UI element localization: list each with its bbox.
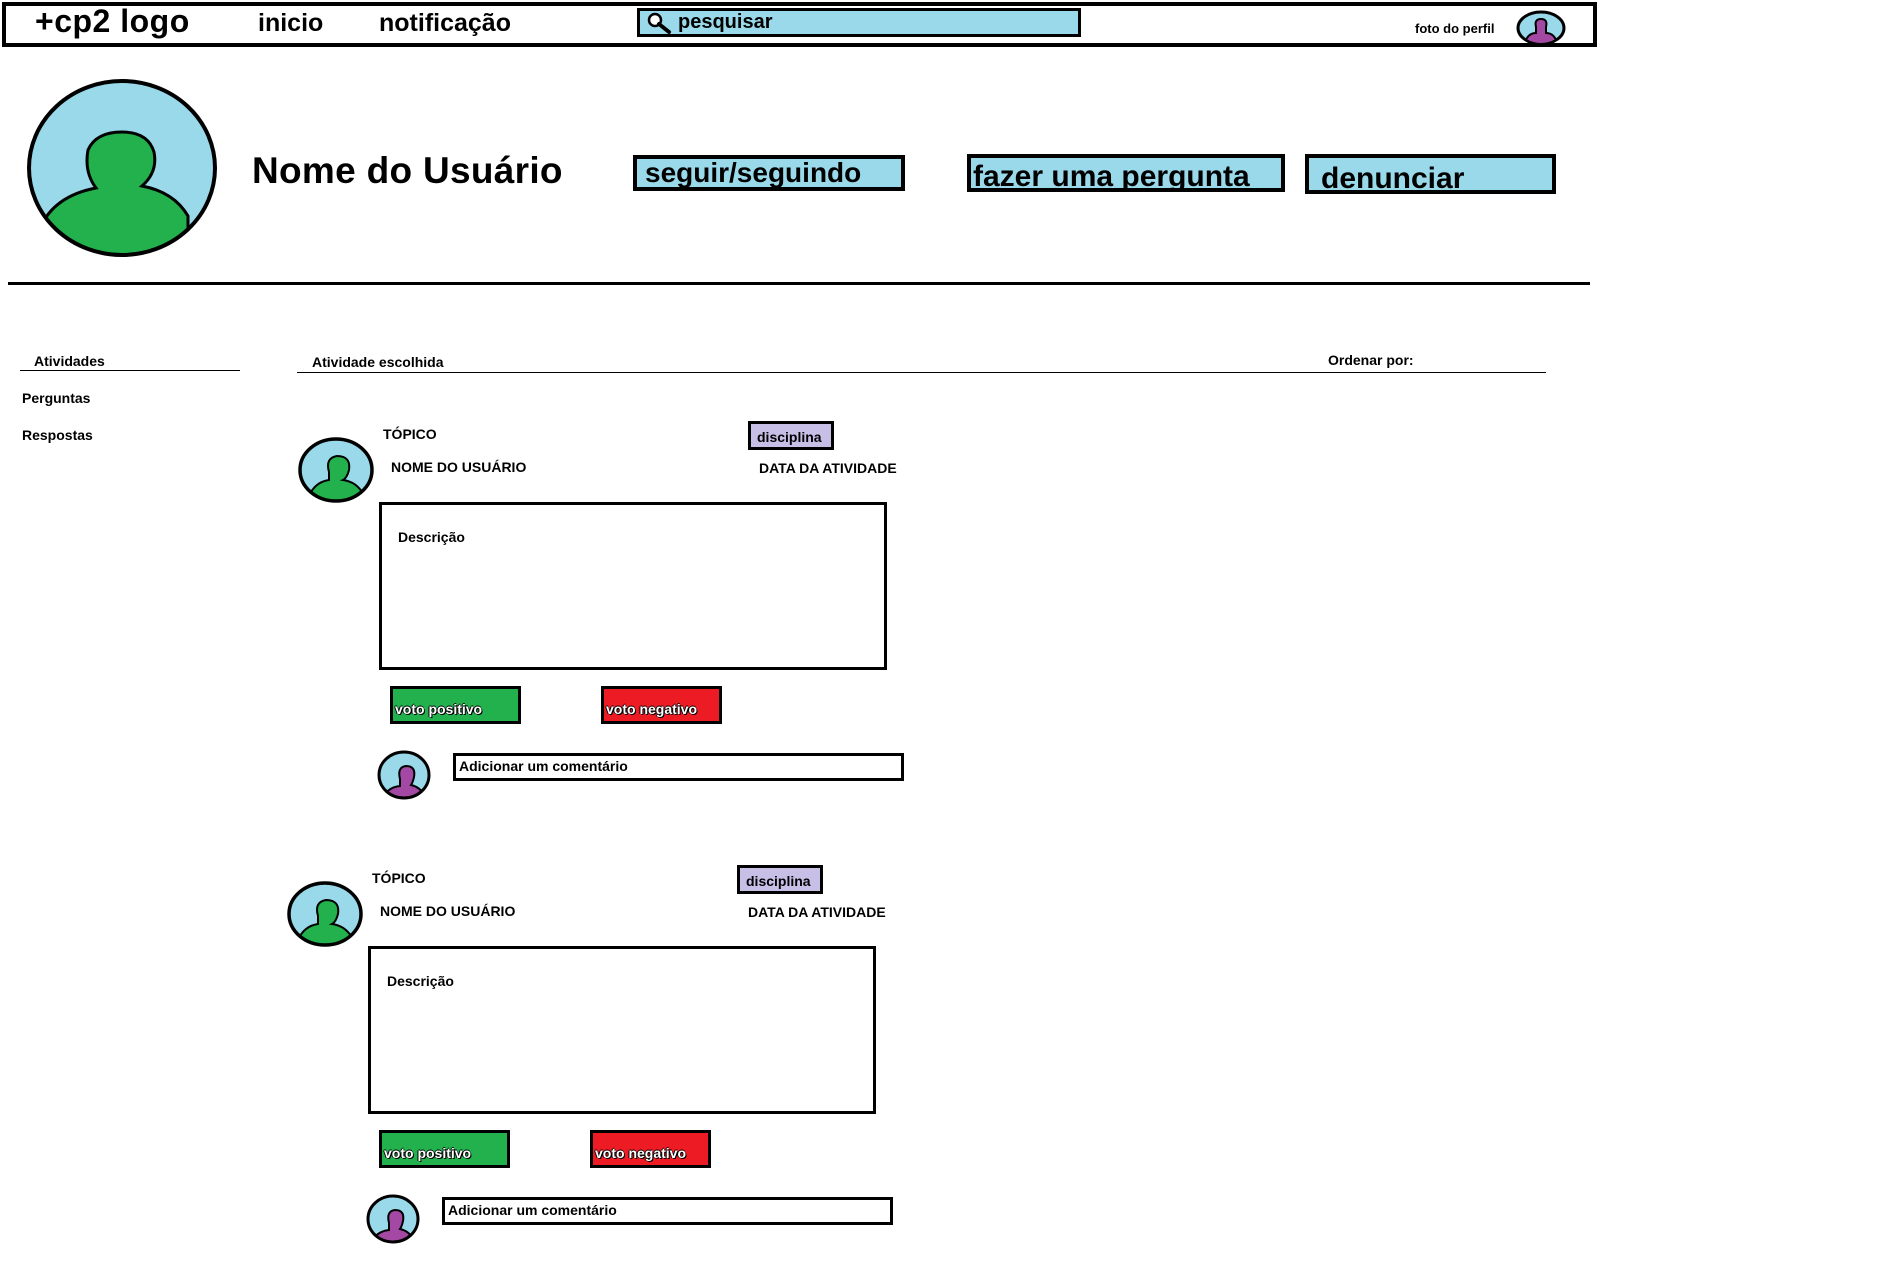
activity-card: TÓPICO NOME DO USUÁRIO disciplina DATA D…	[286, 865, 1286, 1285]
post-description: Descrição	[387, 973, 454, 989]
sidebar-title: Atividades	[34, 353, 105, 369]
sidebar-item-respostas[interactable]: Respostas	[22, 427, 93, 443]
profile-user-name: Nome do Usuário	[252, 150, 563, 191]
user-avatar-icon	[287, 881, 363, 947]
upvote-button[interactable]: voto positivo	[390, 686, 521, 724]
post-description-box: Descrição	[379, 502, 887, 670]
nav-link-notificacao[interactable]: notificação	[379, 9, 511, 38]
sidebar-item-perguntas[interactable]: Perguntas	[22, 390, 90, 406]
comment-box[interactable]	[453, 753, 904, 781]
downvote-button[interactable]: voto negativo	[601, 686, 722, 724]
profile-avatar-icon[interactable]	[1515, 9, 1567, 47]
upvote-button[interactable]: voto positivo	[379, 1130, 510, 1168]
site-logo[interactable]: +cp2 logo	[35, 3, 190, 40]
commenter-avatar-icon	[366, 1194, 420, 1244]
report-button[interactable]: denunciar	[1305, 154, 1556, 194]
comment-box[interactable]	[442, 1197, 893, 1225]
post-date: DATA DA ATIVIDADE	[759, 460, 897, 476]
search-bar[interactable]	[637, 8, 1081, 37]
header-divider	[8, 282, 1590, 285]
nav-link-inicio[interactable]: inicio	[258, 9, 323, 38]
search-icon	[647, 12, 671, 34]
post-date: DATA DA ATIVIDADE	[748, 904, 886, 920]
main-divider	[297, 372, 1546, 373]
activity-card: TÓPICO NOME DO USUÁRIO disciplina DATA D…	[297, 421, 1297, 841]
post-description-box: Descrição	[368, 946, 876, 1114]
post-topic: TÓPICO	[383, 426, 437, 442]
sort-by-control[interactable]: Ordenar por:	[1328, 352, 1414, 368]
ask-question-button[interactable]: fazer uma pergunta	[967, 154, 1285, 192]
commenter-avatar-icon	[377, 750, 431, 800]
discipline-tag[interactable]: disciplina	[737, 865, 823, 894]
downvote-button[interactable]: voto negativo	[590, 1130, 711, 1168]
profile-picture-icon	[27, 79, 217, 257]
post-topic: TÓPICO	[372, 870, 426, 886]
user-avatar-icon	[298, 437, 374, 503]
comment-input[interactable]	[448, 1200, 888, 1220]
sidebar-divider	[20, 370, 240, 371]
discipline-tag[interactable]: disciplina	[748, 421, 834, 450]
comment-input[interactable]	[459, 756, 899, 776]
follow-button[interactable]: seguir/seguindo	[633, 155, 905, 191]
post-user-name[interactable]: NOME DO USUÁRIO	[391, 459, 526, 475]
main-section-title: Atividade escolhida	[312, 354, 444, 370]
post-user-name[interactable]: NOME DO USUÁRIO	[380, 903, 515, 919]
search-input[interactable]	[678, 11, 1074, 33]
post-description: Descrição	[398, 529, 465, 545]
profile-photo-label: foto do perfil	[1415, 21, 1495, 36]
